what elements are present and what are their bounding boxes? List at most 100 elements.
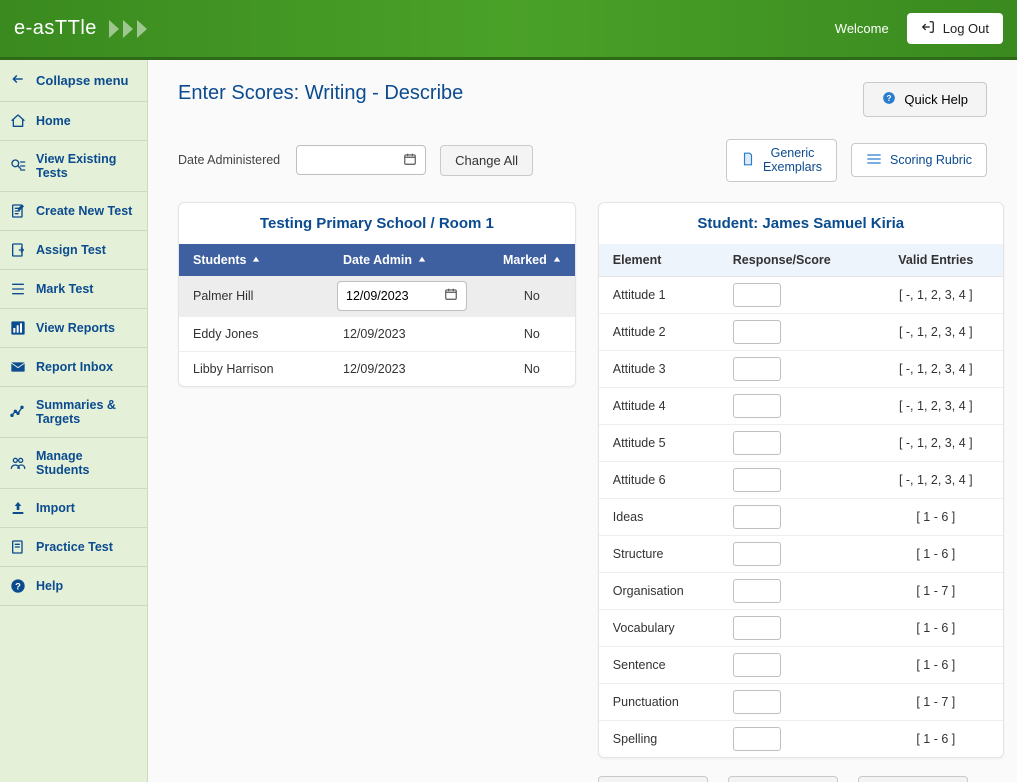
finish-button[interactable]: Finish [858, 776, 968, 782]
sidebar-item-view-existing-tests[interactable]: View Existing Tests [0, 141, 147, 192]
collapse-label: Collapse menu [36, 73, 128, 88]
student-row[interactable]: Libby Harrison12/09/2023No [179, 352, 575, 386]
date-administered-field[interactable] [296, 145, 426, 175]
search-list-icon [10, 158, 26, 174]
sidebar-item-manage-students[interactable]: Manage Students [0, 438, 147, 489]
quick-help-button[interactable]: ? Quick Help [863, 82, 987, 117]
score-input[interactable] [733, 542, 781, 566]
row-date-field[interactable] [337, 281, 467, 311]
col-response: Response/Score [719, 244, 869, 276]
logout-button[interactable]: Log Out [907, 13, 1003, 44]
score-input[interactable] [733, 727, 781, 751]
chart-icon [10, 320, 26, 336]
score-row: Ideas [ 1 - 6 ] [599, 499, 1003, 536]
logout-icon [921, 20, 935, 37]
col-valid: Valid Entries [869, 244, 1003, 276]
logout-label: Log Out [943, 21, 989, 36]
help-icon: ? [882, 91, 896, 108]
score-input[interactable] [733, 579, 781, 603]
students-panel-title: Testing Primary School / Room 1 [179, 203, 575, 244]
generic-exemplars-label: Generic Exemplars [763, 146, 822, 175]
student-row[interactable]: Palmer Hill No [179, 276, 575, 317]
date-administered-label: Date Administered [178, 153, 280, 167]
change-all-button[interactable]: Change All [440, 145, 533, 176]
row-student-name: Palmer Hill [179, 279, 329, 313]
score-element: Ideas [599, 504, 719, 530]
row-marked: No [489, 279, 575, 313]
sidebar-item-label: Mark Test [36, 282, 93, 296]
col-date-label: Date Admin [343, 253, 412, 267]
calendar-icon[interactable] [403, 152, 417, 169]
sort-asc-icon [553, 253, 561, 267]
list-icon [10, 281, 26, 297]
sidebar-item-practice-test[interactable]: Practice Test [0, 528, 147, 567]
row-student-name: Eddy Jones [179, 317, 329, 351]
generic-exemplars-button[interactable]: Generic Exemplars [726, 139, 837, 182]
students-panel: Testing Primary School / Room 1 Students… [178, 202, 576, 387]
score-input[interactable] [733, 394, 781, 418]
sidebar-item-home[interactable]: Home [0, 102, 147, 141]
sidebar-item-create-new-test[interactable]: Create New Test [0, 192, 147, 231]
sidebar-item-summaries-targets[interactable]: Summaries & Targets [0, 387, 147, 438]
score-row: Attitude 2[ -, 1, 2, 3, 4 ] [599, 314, 1003, 351]
sidebar-item-import[interactable]: Import [0, 489, 147, 528]
arrow-left-icon [10, 72, 26, 89]
sort-asc-icon [418, 253, 426, 267]
save-button[interactable]: Save [728, 776, 838, 782]
sidebar-item-label: View Existing Tests [36, 152, 137, 180]
sidebar-item-assign-test[interactable]: Assign Test [0, 231, 147, 270]
row-marked: No [489, 317, 575, 351]
score-valid: [ -, 1, 2, 3, 4 ] [869, 393, 1003, 419]
row-date: 12/09/2023 [329, 352, 489, 386]
score-input[interactable] [733, 468, 781, 492]
score-valid: [ 1 - 6 ] [869, 652, 1003, 678]
score-input[interactable] [733, 690, 781, 714]
sidebar-item-label: Summaries & Targets [36, 398, 137, 426]
next-student-button[interactable]: Next Student [598, 776, 708, 782]
calendar-icon[interactable] [444, 287, 458, 304]
score-input[interactable] [733, 283, 781, 307]
scoring-rubric-button[interactable]: Scoring Rubric [851, 143, 987, 177]
sidebar-item-report-inbox[interactable]: Report Inbox [0, 348, 147, 387]
score-element: Punctuation [599, 689, 719, 715]
score-input[interactable] [733, 505, 781, 529]
score-input[interactable] [733, 320, 781, 344]
score-table-header: Element Response/Score Valid Entries [599, 244, 1003, 277]
score-input[interactable] [733, 616, 781, 640]
sidebar-item-help[interactable]: ?Help [0, 567, 147, 606]
page-title: Enter Scores: Writing - Describe [178, 82, 463, 105]
sidebar-item-label: Home [36, 114, 71, 128]
sidebar-item-mark-test[interactable]: Mark Test [0, 270, 147, 309]
student-row[interactable]: Eddy Jones12/09/2023No [179, 317, 575, 352]
col-students[interactable]: Students [179, 244, 329, 276]
score-input[interactable] [733, 431, 781, 455]
student-score-panel: Student: James Samuel Kiria Element Resp… [598, 202, 1004, 758]
practice-icon [10, 539, 26, 555]
col-marked[interactable]: Marked [489, 244, 575, 276]
score-valid: [ 1 - 6 ] [869, 504, 1003, 530]
welcome-text: Welcome [835, 21, 889, 36]
score-valid: [ -, 1, 2, 3, 4 ] [869, 430, 1003, 456]
col-date-admin[interactable]: Date Admin [329, 244, 489, 276]
score-input[interactable] [733, 653, 781, 677]
sidebar-item-label: Create New Test [36, 204, 132, 218]
score-valid: [ -, 1, 2, 3, 4 ] [869, 282, 1003, 308]
student-name: James Samuel Kiria [762, 215, 904, 232]
scoring-rubric-label: Scoring Rubric [890, 153, 972, 167]
score-input[interactable] [733, 357, 781, 381]
score-valid: [ 1 - 7 ] [869, 578, 1003, 604]
col-element: Element [599, 244, 719, 276]
sidebar-item-view-reports[interactable]: View Reports [0, 309, 147, 348]
people-icon [10, 455, 26, 471]
score-valid: [ 1 - 6 ] [869, 615, 1003, 641]
sidebar: Collapse menu Home View Existing Tests Cre… [0, 60, 148, 782]
assign-icon [10, 242, 26, 258]
row-date-input[interactable] [346, 289, 436, 303]
score-valid: [ 1 - 6 ] [869, 541, 1003, 567]
score-row: Attitude 3[ -, 1, 2, 3, 4 ] [599, 351, 1003, 388]
date-administered-input[interactable] [305, 153, 395, 167]
score-row: Attitude 6[ -, 1, 2, 3, 4 ] [599, 462, 1003, 499]
score-row: Punctuation[ 1 - 7 ] [599, 684, 1003, 721]
app-logo: e-asTTle [14, 17, 157, 40]
collapse-menu-button[interactable]: Collapse menu [0, 60, 147, 102]
